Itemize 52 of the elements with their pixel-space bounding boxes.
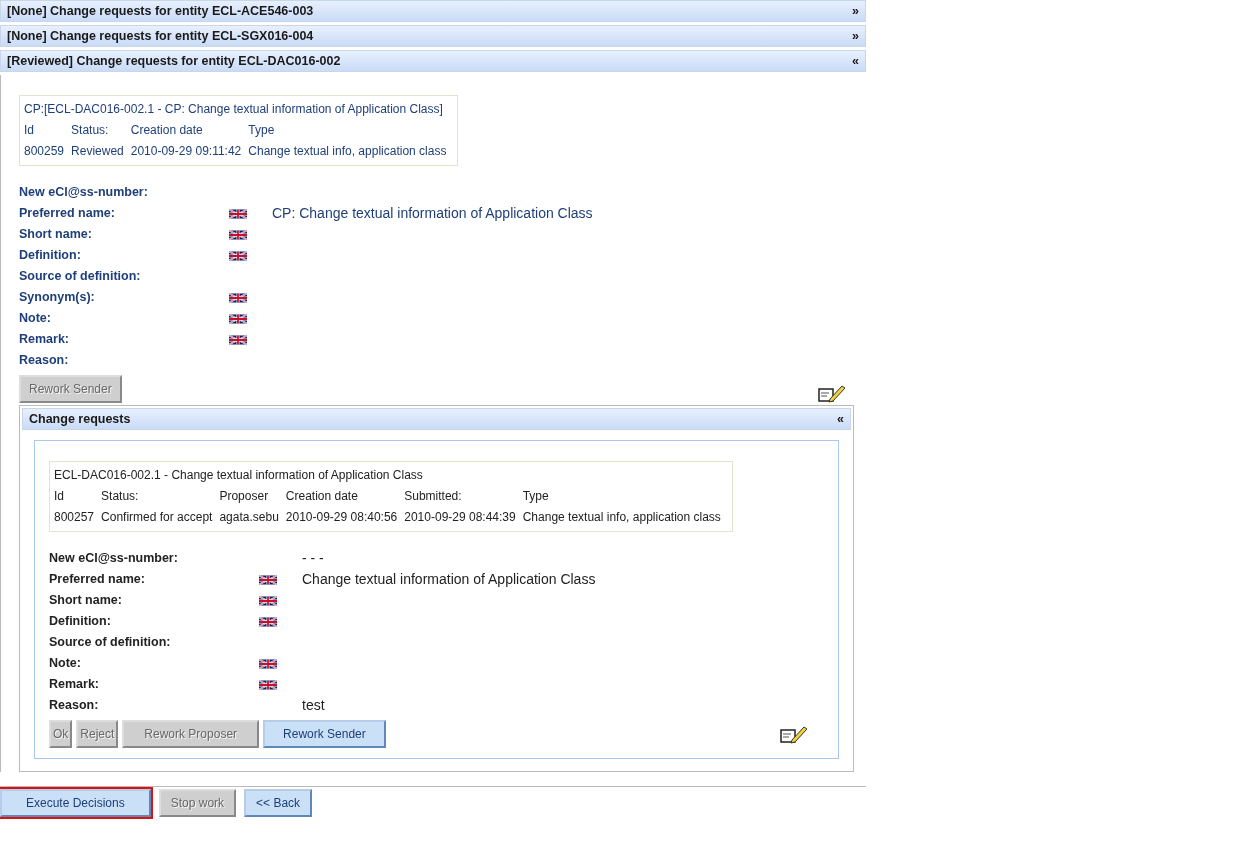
column-header: Creation date bbox=[130, 120, 249, 141]
field-label: Preferred name: bbox=[19, 205, 116, 223]
field-value: - - - bbox=[302, 549, 324, 568]
field-label: Note: bbox=[49, 655, 82, 673]
field-value: test bbox=[302, 696, 325, 715]
edit-icon[interactable] bbox=[780, 724, 808, 744]
table-cell: 800257 bbox=[54, 507, 102, 528]
column-header: Type bbox=[522, 488, 550, 505]
field-value: Change textual information of Application Class bbox=[302, 570, 596, 589]
table-cell: 2010-09-29 09:11:42 bbox=[130, 141, 249, 162]
column-header: Status: bbox=[101, 488, 140, 505]
field-label: Definition: bbox=[19, 247, 82, 265]
column-header: Creation date bbox=[285, 486, 405, 507]
column-header: Id bbox=[24, 120, 72, 141]
field-label: Preferred name: bbox=[49, 571, 146, 589]
summary-title: CP:[ECL-DAC016-002.1 - CP: Change textual information of Application Class] bbox=[24, 101, 444, 118]
table-cell: 800259 bbox=[24, 141, 72, 162]
edit-icon[interactable] bbox=[818, 383, 846, 403]
table-cell: 2010-09-29 08:44:39 bbox=[404, 507, 523, 528]
section-header[interactable]: Change requests « bbox=[22, 408, 851, 430]
table-cell: Reviewed bbox=[71, 141, 131, 162]
field-label: Note: bbox=[19, 310, 52, 328]
field-label: Short name: bbox=[19, 226, 93, 244]
column-header: Submitted: bbox=[404, 486, 523, 507]
field-label: New eCl@ss-number: bbox=[19, 184, 149, 202]
action-button[interactable]: Execute Decisions bbox=[0, 789, 151, 817]
field-label: Remark: bbox=[19, 331, 71, 349]
field-label: Reason: bbox=[19, 352, 70, 370]
action-button[interactable]: Rework Sender bbox=[263, 720, 386, 748]
entity-header[interactable]: [Reviewed] Change requests for entity ECL-DAC016-002 « bbox=[0, 50, 866, 72]
table-cell: 2010-09-29 08:40:56 bbox=[285, 507, 405, 528]
field-label: New eCl@ss-number: bbox=[49, 550, 179, 568]
column-header: Id bbox=[54, 486, 102, 507]
field-label: Definition: bbox=[49, 613, 112, 631]
field-label: Synonym(s): bbox=[19, 289, 96, 307]
table-cell: agata.sebu bbox=[219, 507, 286, 528]
column-header: Proposer bbox=[219, 486, 286, 507]
table-cell-text: Confirmed for accept bbox=[101, 509, 214, 526]
table-cell-text: Change textual info, application class bbox=[522, 509, 722, 526]
column-header: Type bbox=[248, 122, 276, 139]
column-header: Status: bbox=[71, 120, 131, 141]
field-label: Source of definition: bbox=[19, 268, 142, 286]
field-label: Remark: bbox=[49, 676, 101, 694]
field-label: Reason: bbox=[49, 697, 100, 715]
table-cell-text: Change textual info, application class bbox=[248, 143, 448, 160]
entity-header[interactable]: [None] Change requests for entity ECL-ACE546-003 » bbox=[0, 0, 866, 22]
action-button[interactable]: << Back bbox=[244, 789, 313, 817]
summary-title: ECL-DAC016-002.1 - Change textual information of Application Class bbox=[54, 467, 424, 484]
field-value: CP: Change textual information of Application Class bbox=[272, 204, 593, 223]
entity-header[interactable]: [None] Change requests for entity ECL-SGX016-004 » bbox=[0, 25, 866, 47]
field-label: Source of definition: bbox=[49, 634, 172, 652]
field-label: Short name: bbox=[49, 592, 123, 610]
